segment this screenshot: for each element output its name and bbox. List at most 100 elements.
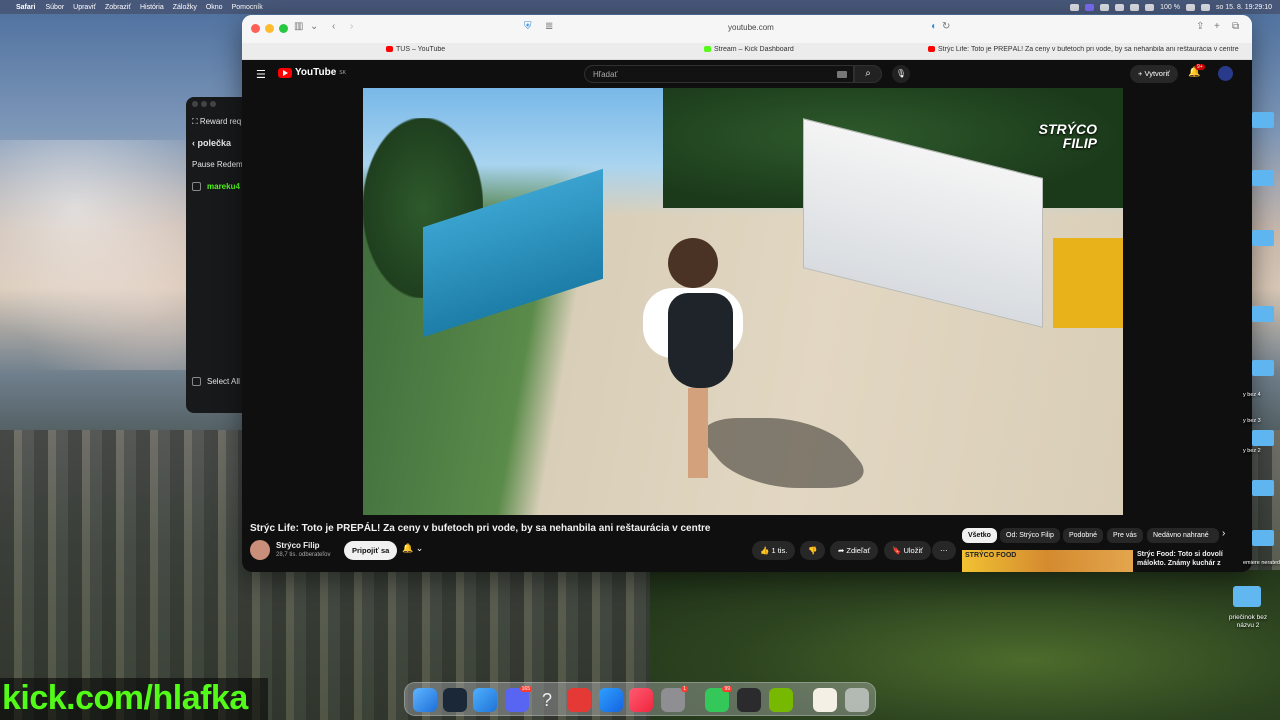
folder-icon[interactable] bbox=[1252, 530, 1274, 546]
activity-monitor-icon[interactable] bbox=[737, 688, 761, 712]
share-button[interactable]: ➦ Zdieľať bbox=[830, 541, 879, 560]
discord-icon[interactable]: 165 bbox=[505, 686, 532, 712]
create-button[interactable]: + Vytvoriť bbox=[1130, 65, 1178, 83]
sidebar-toggle-icon[interactable]: ▥ bbox=[294, 21, 303, 32]
menu-item-view[interactable]: Zobraziť bbox=[105, 4, 131, 11]
folder-icon[interactable] bbox=[1233, 586, 1261, 607]
save-button[interactable]: 🔖 Uložiť bbox=[884, 541, 931, 560]
keyboard-icon[interactable] bbox=[837, 71, 847, 78]
audio-playing-icon[interactable]: ◖ bbox=[930, 21, 936, 32]
folder-icon[interactable] bbox=[1252, 430, 1274, 446]
more-actions-button[interactable]: ⋯ bbox=[932, 541, 956, 560]
preview-icon[interactable] bbox=[813, 688, 837, 712]
streaming-app-icon[interactable] bbox=[567, 688, 591, 712]
subscription-bell-icon[interactable]: 🔔 ⌄ bbox=[402, 543, 423, 554]
safari-icon[interactable] bbox=[473, 688, 497, 712]
chip-all[interactable]: Všetko bbox=[962, 528, 997, 543]
channel-name[interactable]: Strýco Filip bbox=[276, 541, 320, 550]
minimize-window-button[interactable] bbox=[201, 101, 207, 107]
menu-app-name[interactable]: Safari bbox=[16, 4, 35, 11]
system-settings-icon[interactable]: 1 bbox=[661, 686, 688, 712]
menu-bar-clock[interactable]: so 15. 8. 19:29:10 bbox=[1216, 4, 1272, 11]
desktop-label[interactable]: y bez 4 bbox=[1243, 392, 1261, 399]
account-avatar[interactable] bbox=[1218, 66, 1233, 81]
tab-tus-youtube[interactable]: TUŠ – YouTube bbox=[386, 46, 586, 53]
tab-overview-icon[interactable]: ⧉ bbox=[1232, 21, 1239, 32]
reload-icon[interactable]: ↻ bbox=[942, 21, 950, 32]
address-bar[interactable]: youtube.com bbox=[728, 23, 774, 32]
new-tab-icon[interactable]: + bbox=[1214, 21, 1220, 32]
battery-label[interactable]: 100 % bbox=[1160, 4, 1180, 11]
search-button[interactable]: ⌕ bbox=[854, 65, 882, 83]
folder-icon[interactable] bbox=[1252, 480, 1274, 496]
reward-request-item[interactable]: mareku4 bbox=[192, 182, 240, 192]
spotlight-search-icon[interactable] bbox=[1200, 3, 1210, 11]
zoom-window-button[interactable] bbox=[279, 24, 288, 33]
desktop-label[interactable]: emiere nerated bbox=[1243, 560, 1280, 567]
nvidia-icon[interactable] bbox=[769, 688, 793, 712]
screen-recording-icon[interactable] bbox=[1085, 3, 1095, 11]
back-link[interactable]: ‹ polečka bbox=[192, 138, 231, 148]
back-label[interactable]: polečka bbox=[198, 138, 232, 148]
folder-icon[interactable] bbox=[1252, 170, 1274, 186]
chevron-right-icon[interactable]: › bbox=[1222, 528, 1225, 539]
menu-item-file[interactable]: Súbor bbox=[45, 4, 64, 11]
music-icon[interactable] bbox=[629, 688, 653, 712]
folder-icon[interactable] bbox=[1252, 360, 1274, 376]
recommended-video-thumbnail[interactable]: STRÝCO FOOD bbox=[962, 550, 1133, 572]
zoom-window-button[interactable] bbox=[210, 101, 216, 107]
menu-hamburger-icon[interactable]: ☰ bbox=[256, 68, 266, 81]
menu-item-edit[interactable]: Upraviť bbox=[73, 4, 96, 11]
video-player[interactable]: STRÝCO FILIP bbox=[363, 88, 1123, 515]
menu-item-history[interactable]: História bbox=[140, 4, 164, 11]
trash-icon[interactable] bbox=[845, 688, 869, 712]
status-tray-icon[interactable] bbox=[1070, 3, 1080, 11]
channel-avatar[interactable] bbox=[250, 540, 270, 560]
app-store-icon[interactable] bbox=[599, 688, 623, 712]
chip-from-channel[interactable]: Od: Strýco Filip bbox=[1000, 528, 1060, 543]
tab-kick-dashboard[interactable]: Stream – Kick Dashboard bbox=[704, 46, 904, 53]
search-input[interactable]: Hľadať bbox=[584, 65, 854, 83]
recommended-video-title[interactable]: Strýc Food: Toto si dovolí málokto. Znám… bbox=[1137, 550, 1247, 568]
messages-icon[interactable]: 99 bbox=[705, 686, 732, 712]
voice-search-button[interactable]: 🎙 bbox=[892, 65, 910, 83]
chip-related[interactable]: Podobné bbox=[1063, 528, 1104, 543]
folder-icon[interactable] bbox=[1252, 112, 1274, 128]
control-center-icon[interactable] bbox=[1145, 3, 1155, 11]
like-button[interactable]: 👍 1 tis. bbox=[752, 541, 796, 560]
chip-for-you[interactable]: Pre vás bbox=[1107, 528, 1143, 543]
close-window-button[interactable] bbox=[251, 24, 260, 33]
tab-youtube-video-active[interactable]: Strýc Life: Toto je PREPÁL! Za ceny v bu… bbox=[928, 46, 1246, 53]
steam-icon[interactable] bbox=[443, 688, 467, 712]
reader-icon[interactable]: ≣ bbox=[545, 21, 553, 32]
status-tray-icon[interactable] bbox=[1115, 3, 1125, 11]
dislike-button[interactable]: 👎 bbox=[800, 541, 826, 560]
request-checkbox[interactable] bbox=[192, 182, 201, 192]
folder-icon[interactable] bbox=[1252, 306, 1274, 322]
folder-icon[interactable] bbox=[1252, 230, 1274, 246]
unknown-app-icon[interactable]: ? bbox=[535, 688, 559, 712]
join-button[interactable]: Pripojiť sa bbox=[344, 541, 398, 560]
status-tray-icon[interactable] bbox=[1100, 3, 1110, 11]
desktop-label[interactable]: y bez 3 bbox=[1243, 418, 1261, 425]
close-window-button[interactable] bbox=[192, 101, 198, 107]
wifi-icon[interactable] bbox=[1130, 3, 1140, 11]
select-all-checkbox[interactable] bbox=[192, 377, 201, 387]
chevron-down-icon[interactable]: ⌄ bbox=[310, 21, 318, 32]
desktop-label[interactable]: y bez 2 bbox=[1243, 448, 1261, 455]
back-button[interactable]: ‹ bbox=[332, 21, 335, 32]
chip-recently-uploaded[interactable]: Nedávno nahrané bbox=[1147, 528, 1219, 543]
menu-item-window[interactable]: Okno bbox=[206, 4, 223, 11]
menu-item-bookmarks[interactable]: Záložky bbox=[173, 4, 197, 11]
forward-button[interactable]: › bbox=[350, 21, 353, 32]
battery-icon[interactable] bbox=[1185, 3, 1195, 11]
share-icon[interactable]: ⇪ bbox=[1196, 21, 1204, 32]
share-label: Zdieľať bbox=[846, 546, 871, 555]
privacy-report-icon[interactable]: ⛨ bbox=[524, 21, 532, 32]
minimize-window-button[interactable] bbox=[265, 24, 274, 33]
folder-label[interactable]: priečinok bez názvu 2 bbox=[1220, 614, 1276, 630]
menu-item-help[interactable]: Pomocník bbox=[232, 4, 263, 11]
select-all-row[interactable]: Select All bbox=[192, 377, 240, 387]
youtube-logo[interactable]: YouTube SK bbox=[278, 67, 346, 78]
finder-icon[interactable] bbox=[413, 688, 437, 712]
